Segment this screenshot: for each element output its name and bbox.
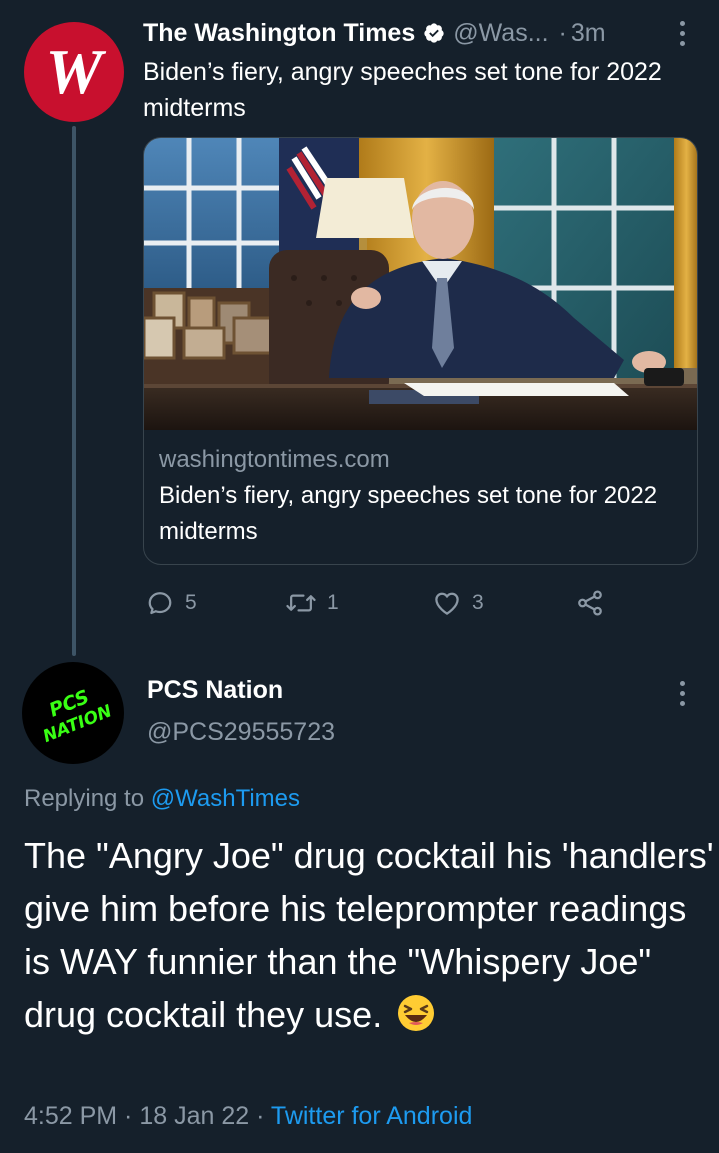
card-title: Biden’s fiery, angry speeches set tone f… [159,482,658,545]
like-count: 3 [472,591,484,614]
pcs-nation-avatar[interactable]: PCS NATION [22,662,124,764]
link-preview-card[interactable]: washingtontimes.com Biden’s fiery, angry… [143,137,698,565]
more-options-icon[interactable] [675,18,689,48]
more-options-icon[interactable] [675,678,689,708]
heart-icon [435,592,459,615]
meta-separator: · [249,1102,271,1130]
reply-count: 5 [185,591,197,614]
replying-to-mention[interactable]: @WashTimes [151,785,300,812]
parent-author-name[interactable]: The Washington Times [143,19,415,48]
share-button[interactable] [575,583,605,623]
reply-icon [148,592,172,615]
thread-connector-line [72,126,76,656]
card-domain: washingtontimes.com [159,446,390,473]
tweet-meta: 4:52 PM · 18 Jan 22 · Twitter for Androi… [24,1102,472,1131]
parent-author-handle[interactable]: @Was... [453,19,548,48]
meta-separator: · [117,1102,140,1130]
retweet-count: 1 [327,591,339,614]
washington-times-avatar[interactable]: W [24,22,124,122]
pcs-nation-logo: PCS NATION [40,686,115,747]
tweet-time[interactable]: 4:52 PM [24,1102,117,1130]
tweet-date[interactable]: 18 Jan 22 [139,1102,249,1130]
like-button[interactable]: 3 [432,583,484,623]
reply-author-name[interactable]: PCS Nation [147,676,283,705]
laughing-emoji-icon [396,993,436,1047]
replying-to-line: Replying to @WashTimes [24,785,300,813]
retweet-icon [286,594,316,612]
share-icon [578,590,602,616]
reply-tweet-text: The "Angry Joe" drug cocktail his 'handl… [24,829,714,1047]
replying-prefix: Replying to [24,785,151,812]
article-photo [144,138,697,430]
parent-tweet-header: The Washington Times @Was... · 3m [143,14,703,52]
parent-tweet-text: Biden’s fiery, angry speeches set tone f… [143,58,662,122]
header-separator: · [558,18,567,47]
parent-tweet-time[interactable]: 3m [571,19,606,48]
reply-tweet-body: The "Angry Joe" drug cocktail his 'handl… [24,835,714,1035]
washington-times-logo: W [45,36,103,107]
reply-author-handle[interactable]: @PCS29555723 [147,718,335,747]
tweet-source-link[interactable]: Twitter for Android [271,1102,472,1130]
verified-badge-icon [423,22,445,44]
reply-button[interactable]: 5 [145,583,197,623]
retweet-button[interactable]: 1 [285,583,339,623]
